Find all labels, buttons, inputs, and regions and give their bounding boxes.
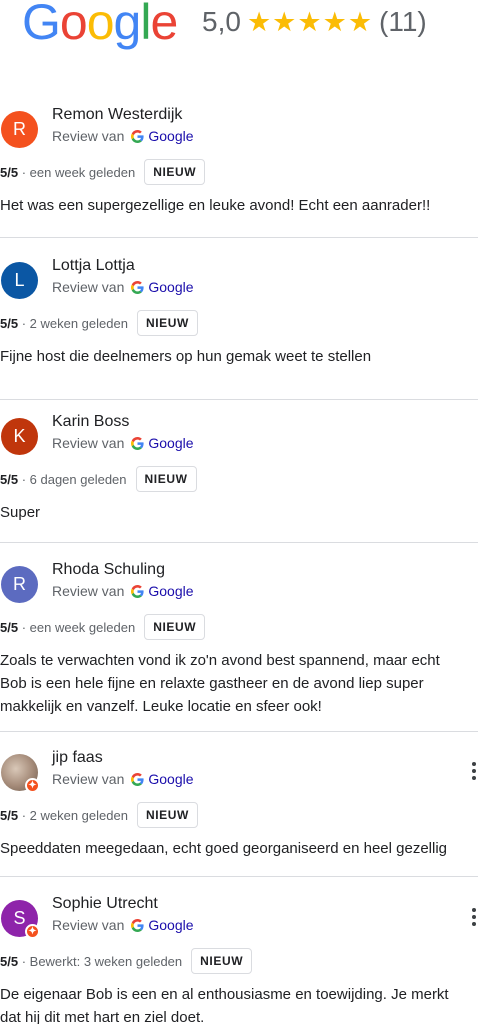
avatar[interactable]: L: [1, 262, 38, 299]
new-badge: NIEUW: [144, 159, 206, 185]
avatar[interactable]: S ✦: [1, 900, 40, 939]
review-card: R Rhoda Schuling Review van Google 5/5 ·…: [0, 561, 478, 716]
review-card: L Lottja Lottja Review van Google 5/5 · …: [0, 257, 478, 382]
new-badge: NIEUW: [191, 948, 253, 974]
review-author[interactable]: Lottja Lottja: [52, 257, 135, 275]
review-meta: 5/5 · 2 weken geleden NIEUW: [0, 802, 198, 828]
divider: [0, 542, 478, 543]
star-icon: ★: [297, 7, 322, 37]
review-score: 5/5: [0, 807, 19, 823]
more-options-icon[interactable]: [472, 908, 478, 929]
avatar[interactable]: ✦: [1, 754, 40, 793]
google-g-icon: [131, 772, 144, 786]
review-source: Review van Google: [52, 435, 194, 451]
review-source: Review van Google: [52, 917, 194, 933]
review-count: (11): [379, 6, 427, 37]
review-meta: 5/5 · 2 weken geleden NIEUW: [0, 310, 198, 336]
reviews-header: Google 5,0 ★ ★ ★ ★ ★ (11): [0, 0, 478, 52]
star-icon: ★: [322, 7, 347, 37]
star-icon: ★: [272, 7, 297, 37]
review-meta: 5/5 · 6 dagen geleden NIEUW: [0, 466, 197, 492]
review-text: Zoals te verwachten vond ik zo'n avond b…: [0, 652, 440, 715]
divider: [0, 731, 478, 732]
review-source: Review van Google: [52, 128, 194, 144]
review-score: 5/5: [0, 164, 19, 180]
review-score: 5/5: [0, 471, 19, 487]
review-time: · 6 dagen geleden: [21, 471, 127, 487]
review-text: Het was een supergezellige en leuke avon…: [0, 197, 431, 214]
rating-summary: 5,0 ★ ★ ★ ★ ★ (11): [202, 6, 427, 38]
review-author[interactable]: Karin Boss: [52, 413, 129, 431]
review-card: K Karin Boss Review van Google 5/5 · 6 d…: [0, 413, 478, 538]
divider: [0, 399, 478, 400]
review-author[interactable]: Remon Westerdijk: [52, 106, 182, 124]
local-guide-badge-icon: ✦: [25, 778, 40, 793]
review-card: S ✦ Sophie Utrecht Review van Google 5/5…: [0, 895, 478, 1024]
review-time: · Bewerkt: 3 weken geleden: [21, 953, 183, 969]
google-logo: Google: [22, 0, 178, 50]
review-text: Speeddaten meegedaan, echt goed georgani…: [0, 840, 448, 857]
new-badge: NIEUW: [144, 614, 206, 640]
review-card: ✦ jip faas Review van Google 5/5 · 2 wek…: [0, 749, 478, 874]
new-badge: NIEUW: [135, 466, 197, 492]
review-text: Fijne host die deelnemers op hun gemak w…: [0, 348, 372, 365]
review-score: 5/5: [0, 315, 19, 331]
review-source: Review van Google: [52, 771, 194, 787]
divider: [0, 876, 478, 877]
review-text: Super: [0, 504, 41, 521]
google-g-icon: [131, 129, 144, 143]
review-text: De eigenaar Bob is een en al enthousiasm…: [0, 986, 449, 1024]
google-g-icon: [131, 584, 144, 598]
avatar[interactable]: R: [1, 566, 38, 603]
review-time: · een week geleden: [21, 619, 136, 635]
review-author[interactable]: jip faas: [52, 749, 103, 767]
star-icon: ★: [347, 7, 373, 37]
review-card: R Remon Westerdijk Review van Google 5/5…: [0, 106, 478, 231]
new-badge: NIEUW: [136, 802, 198, 828]
review-author[interactable]: Rhoda Schuling: [52, 561, 165, 579]
avatar[interactable]: R: [1, 111, 38, 148]
avatar[interactable]: K: [1, 418, 38, 455]
new-badge: NIEUW: [136, 310, 198, 336]
star-icon: ★: [246, 7, 272, 37]
google-g-icon: [131, 436, 144, 450]
star-rating: ★ ★ ★ ★ ★: [247, 6, 373, 38]
review-time: · een week geleden: [21, 164, 136, 180]
review-score: 5/5: [0, 619, 19, 635]
average-score: 5,0: [202, 6, 241, 37]
review-time: · 2 weken geleden: [21, 315, 128, 331]
google-g-icon: [131, 918, 144, 932]
review-author[interactable]: Sophie Utrecht: [52, 895, 158, 913]
review-source: Review van Google: [52, 583, 194, 599]
google-g-icon: [131, 280, 144, 294]
review-source: Review van Google: [52, 279, 194, 295]
review-meta: 5/5 · een week geleden NIEUW: [0, 614, 206, 640]
review-meta: 5/5 · een week geleden NIEUW: [0, 159, 206, 185]
review-time: · 2 weken geleden: [21, 807, 128, 823]
review-score: 5/5: [0, 953, 19, 969]
divider: [0, 237, 478, 238]
local-guide-badge-icon: ✦: [25, 924, 40, 939]
review-meta: 5/5 · Bewerkt: 3 weken geleden NIEUW: [0, 948, 253, 974]
more-options-icon[interactable]: [472, 762, 478, 783]
